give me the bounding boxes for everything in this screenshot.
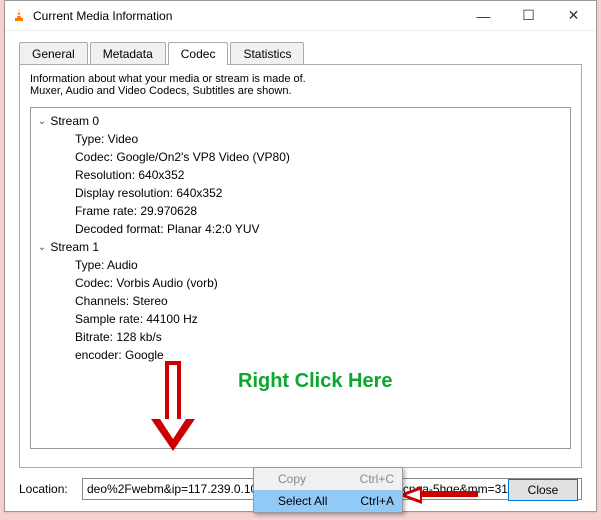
- window-title: Current Media Information: [33, 9, 461, 23]
- menu-shortcut: Ctrl+A: [360, 494, 394, 508]
- stream-label: Stream 1: [50, 240, 99, 254]
- tree-prop[interactable]: Frame rate: 29.970628: [31, 202, 570, 220]
- tab-bar: General Metadata Codec Statistics: [5, 31, 596, 64]
- tab-metadata[interactable]: Metadata: [90, 42, 166, 65]
- menu-select-all[interactable]: Select All Ctrl+A: [254, 490, 402, 512]
- tree-prop[interactable]: Bitrate: 128 kb/s: [31, 328, 570, 346]
- menu-label: Copy: [278, 472, 360, 486]
- tree-prop[interactable]: Codec: Vorbis Audio (vorb): [31, 274, 570, 292]
- tree-prop[interactable]: Type: Video: [31, 130, 570, 148]
- menu-label: Select All: [278, 494, 360, 508]
- tree-prop[interactable]: Channels: Stereo: [31, 292, 570, 310]
- annotation-right-click: Right Click Here: [238, 370, 392, 393]
- close-window-button[interactable]: ✕: [551, 1, 596, 31]
- media-info-window: Current Media Information — ☐ ✕ General …: [4, 0, 597, 512]
- tree-prop[interactable]: Display resolution: 640x352: [31, 184, 570, 202]
- tree-prop[interactable]: Sample rate: 44100 Hz: [31, 310, 570, 328]
- tree-prop[interactable]: Resolution: 640x352: [31, 166, 570, 184]
- tree-prop[interactable]: encoder: Google: [31, 346, 570, 364]
- chevron-down-icon: ⌄: [37, 116, 47, 127]
- stream-label: Stream 0: [50, 114, 99, 128]
- close-button[interactable]: Close: [508, 479, 578, 501]
- titlebar[interactable]: Current Media Information — ☐ ✕: [5, 1, 596, 31]
- minimize-button[interactable]: —: [461, 1, 506, 31]
- desc-line2: Muxer, Audio and Video Codecs, Subtitles…: [30, 85, 571, 97]
- menu-copy: Copy Ctrl+C: [254, 468, 402, 490]
- tab-general[interactable]: General: [19, 42, 88, 65]
- chevron-down-icon: ⌄: [37, 242, 47, 253]
- maximize-button[interactable]: ☐: [506, 1, 551, 31]
- context-menu: Copy Ctrl+C Select All Ctrl+A: [253, 467, 403, 513]
- desc-line1: Information about what your media or str…: [30, 73, 571, 85]
- menu-shortcut: Ctrl+C: [360, 472, 394, 486]
- tab-codec[interactable]: Codec: [168, 42, 229, 65]
- codec-panel: Information about what your media or str…: [19, 64, 582, 468]
- panel-description: Information about what your media or str…: [30, 73, 571, 97]
- codec-tree[interactable]: ⌄ Stream 0 Type: Video Codec: Google/On2…: [30, 107, 571, 449]
- tree-stream-0[interactable]: ⌄ Stream 0: [31, 112, 570, 130]
- tree-stream-1[interactable]: ⌄ Stream 1: [31, 238, 570, 256]
- tree-prop[interactable]: Codec: Google/On2's VP8 Video (VP80): [31, 148, 570, 166]
- vlc-icon: [11, 8, 27, 24]
- tab-statistics[interactable]: Statistics: [230, 42, 304, 65]
- tree-prop[interactable]: Decoded format: Planar 4:2:0 YUV: [31, 220, 570, 238]
- tree-prop[interactable]: Type: Audio: [31, 256, 570, 274]
- location-label: Location:: [19, 482, 74, 496]
